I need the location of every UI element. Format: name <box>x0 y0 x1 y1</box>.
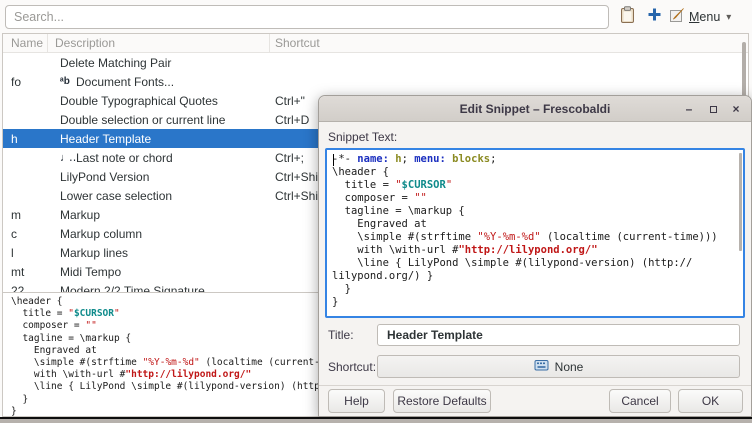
row-description: Double selection or current line <box>48 113 270 127</box>
title-label: Title: <box>328 328 354 342</box>
edit-snippet-dialog: Edit Snippet – Frescobaldi – × Snippet T… <box>318 95 752 417</box>
snippet-text-editor[interactable]: -*- name: h; menu: blocks;\header { titl… <box>325 148 745 318</box>
row-name: mt <box>3 265 48 279</box>
row-name: c <box>3 227 48 241</box>
row-name: l <box>3 246 48 260</box>
fonts-icon: ᵃb <box>60 77 76 87</box>
row-description: Delete Matching Pair <box>48 56 270 70</box>
maximize-icon <box>710 106 717 113</box>
header-shortcut[interactable]: Shortcut <box>270 34 748 52</box>
snippet-text-label: Snippet Text: <box>328 130 397 144</box>
note-icon: ♩‥ <box>60 153 76 163</box>
row-description: Header Template <box>48 132 270 146</box>
restore-defaults-button[interactable]: Restore Defaults <box>393 389 491 413</box>
row-name: 22 <box>3 284 48 293</box>
plus-icon <box>647 7 662 27</box>
row-description: Markup <box>48 208 270 222</box>
row-description: Markup column <box>48 227 270 241</box>
row-description: Markup lines <box>48 246 270 260</box>
row-description: Lower case selection <box>48 189 270 203</box>
clipboard-paste-icon <box>619 6 636 29</box>
add-snippet-button[interactable] <box>644 7 664 27</box>
menu-button[interactable]: Menu ▾ <box>689 7 731 27</box>
menu-label: Menu <box>689 10 720 24</box>
keyboard-icon <box>534 359 549 374</box>
row-description: Modern 2/2 Time Signature <box>48 284 270 293</box>
table-row[interactable]: Delete Matching Pair <box>3 53 748 72</box>
editor-scrollbar[interactable] <box>739 153 742 251</box>
minimize-button[interactable]: – <box>681 101 697 117</box>
edit-snippet-button[interactable] <box>667 7 687 27</box>
row-description: Midi Tempo <box>48 265 270 279</box>
edit-pencil-icon <box>669 7 685 28</box>
ok-button[interactable]: OK <box>678 389 743 413</box>
title-field[interactable] <box>377 324 740 346</box>
row-description: ᵃbDocument Fonts... <box>48 75 270 89</box>
row-description: LilyPond Version <box>48 170 270 184</box>
close-button[interactable]: × <box>728 101 744 117</box>
chevron-down-icon: ▾ <box>726 12 731 23</box>
maximize-button[interactable] <box>705 101 721 117</box>
cancel-button[interactable]: Cancel <box>609 389 671 413</box>
row-name: m <box>3 208 48 222</box>
row-description: ♩‥Last note or chord <box>48 151 270 165</box>
text-cursor <box>333 154 334 166</box>
shortcut-value: None <box>555 360 584 374</box>
dialog-titlebar[interactable]: Edit Snippet – Frescobaldi – × <box>319 96 751 122</box>
table-header: Name Description Shortcut <box>3 34 748 53</box>
button-separator <box>319 385 751 386</box>
shortcut-label: Shortcut: <box>328 360 376 374</box>
table-row[interactable]: foᵃbDocument Fonts... <box>3 72 748 91</box>
row-name: fo <box>3 75 48 89</box>
paste-snippet-button[interactable] <box>617 7 637 27</box>
help-button[interactable]: Help <box>328 389 385 413</box>
snippet-toolbar: Menu ▾ <box>0 0 752 33</box>
search-input[interactable] <box>5 5 609 29</box>
window-bottom-shadow <box>0 419 752 423</box>
row-name: h <box>3 132 48 146</box>
snippet-text-code: -*- name: h; menu: blocks;\header { titl… <box>332 153 738 309</box>
row-description: Double Typographical Quotes <box>48 94 270 108</box>
dialog-title: Edit Snippet – Frescobaldi <box>460 102 611 116</box>
header-name[interactable]: Name <box>3 34 48 52</box>
shortcut-button[interactable]: None <box>377 355 740 378</box>
header-description[interactable]: Description <box>48 34 270 52</box>
